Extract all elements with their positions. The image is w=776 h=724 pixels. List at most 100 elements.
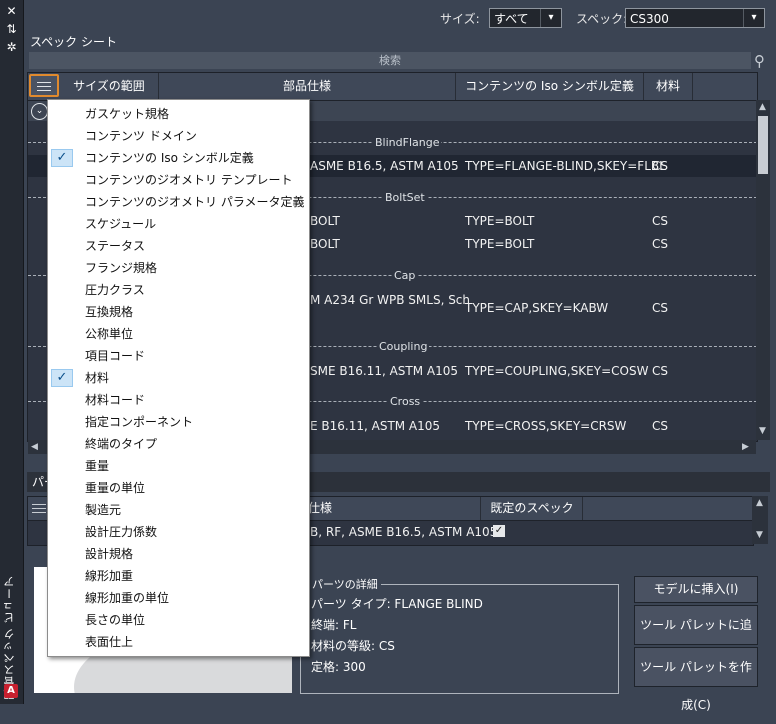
cell-iso: TYPE=BOLT bbox=[465, 237, 535, 251]
menu-item-label: ガスケット規格 bbox=[85, 107, 170, 121]
search-bar[interactable]: 検索 bbox=[29, 52, 751, 69]
palette-title: 配管スペック ビューア bbox=[3, 575, 16, 700]
menu-item-label: 重量の単位 bbox=[85, 481, 146, 495]
parts-menu-icon[interactable] bbox=[32, 501, 46, 515]
menu-item[interactable]: コンテンツのジオメトリ テンプレート bbox=[48, 169, 307, 191]
column-header-iso-symbol[interactable]: コンテンツの Iso シンボル定義 bbox=[456, 73, 644, 100]
default-spec-checkbox[interactable]: ✓ bbox=[493, 525, 505, 537]
scroll-up-icon[interactable]: ▲ bbox=[759, 102, 766, 112]
menu-item-label: 線形加重の単位 bbox=[85, 591, 170, 605]
menu-item[interactable]: 指定コンポーネント bbox=[48, 411, 307, 433]
menu-item[interactable]: 設計規格 bbox=[48, 543, 307, 565]
menu-item[interactable]: 終端のタイプ bbox=[48, 433, 307, 455]
column-header-material[interactable]: 材料 bbox=[644, 73, 693, 100]
column-menu-button[interactable] bbox=[29, 74, 59, 97]
menu-item-label: 材料 bbox=[85, 371, 110, 385]
menu-item-label: 圧力クラス bbox=[85, 283, 145, 297]
menu-item[interactable]: ✓ コンテンツの Iso シンボル定義 bbox=[48, 147, 307, 169]
menu-item[interactable]: 長さの単位 bbox=[48, 609, 307, 631]
group-name: BoltSet bbox=[383, 190, 427, 206]
menu-item-label: 終端のタイプ bbox=[85, 437, 158, 451]
add-to-tool-palette-button[interactable]: ツール パレットに追加(A) bbox=[634, 605, 758, 670]
scrollbar-thumb[interactable] bbox=[758, 116, 768, 174]
spec-sheet-title: スペック シート bbox=[30, 35, 117, 49]
menu-item[interactable]: 材料コード bbox=[48, 389, 307, 411]
create-tool-palette-button[interactable]: ツール パレットを作成(C) bbox=[634, 647, 758, 712]
cell-material: CS bbox=[652, 419, 668, 433]
cell-iso: TYPE=COUPLING,SKEY=COSW bbox=[465, 364, 649, 378]
palette-strip: ✕ ⇅ ✲ 配管スペック ビューア A bbox=[0, 0, 24, 704]
menu-item-label: 互換規格 bbox=[85, 305, 134, 319]
menu-item[interactable]: 重量 bbox=[48, 455, 307, 477]
detail-material-grade: 材料の等級: CS bbox=[311, 639, 395, 653]
menu-item[interactable]: 線形加重 bbox=[48, 565, 307, 587]
detail-part-type: パーツ タイプ: FLANGE BLIND bbox=[311, 597, 483, 611]
menu-item[interactable]: 圧力クラス bbox=[48, 279, 307, 301]
menu-item[interactable]: 設計圧力係数 bbox=[48, 521, 307, 543]
menu-item[interactable]: 公称単位 bbox=[48, 323, 307, 345]
size-value: すべて bbox=[494, 12, 529, 26]
scroll-down-icon[interactable]: ▼ bbox=[759, 426, 766, 436]
auto-hide-icon[interactable]: ⇅ bbox=[4, 22, 19, 36]
cell-iso: TYPE=BOLT bbox=[465, 214, 535, 228]
close-icon[interactable]: ✕ bbox=[4, 4, 19, 18]
scroll-down-icon[interactable]: ▼ bbox=[756, 530, 763, 540]
parts-column-default-spec[interactable]: 既定のスペック bbox=[482, 497, 583, 520]
size-select[interactable]: すべて ▾ bbox=[489, 8, 562, 28]
grid-vertical-scrollbar[interactable]: ▲ ▼ bbox=[756, 100, 770, 440]
collapse-icon[interactable]: ⌄ bbox=[31, 103, 48, 120]
menu-item[interactable]: コンテンツ ドメイン bbox=[48, 125, 307, 147]
menu-item[interactable]: ステータス bbox=[48, 235, 307, 257]
scroll-up-icon[interactable]: ▲ bbox=[756, 498, 763, 508]
search-icon[interactable]: ⚲ bbox=[754, 52, 772, 70]
cell-material: CS bbox=[652, 159, 668, 173]
menu-item[interactable]: 項目コード bbox=[48, 345, 307, 367]
menu-item-label: 表面仕上 bbox=[85, 635, 134, 649]
menu-item-label: ステータス bbox=[85, 239, 146, 253]
detail-end-type: 終端: FL bbox=[311, 618, 357, 632]
spec-select[interactable]: CS300 ▾ bbox=[625, 8, 765, 28]
size-label: サイズ: bbox=[440, 12, 480, 26]
cell-iso: TYPE=FLANGE-BLIND,SKEY=FLBL bbox=[465, 159, 666, 173]
menu-item-label: 長さの単位 bbox=[85, 613, 146, 627]
column-header-size-range[interactable]: サイズの範囲 bbox=[60, 73, 159, 100]
spec-value: CS300 bbox=[630, 12, 669, 26]
spec-label: スペック: bbox=[576, 12, 628, 26]
checkmark-icon: ✓ bbox=[51, 369, 73, 387]
menu-item[interactable]: 互換規格 bbox=[48, 301, 307, 323]
cell-material: CS bbox=[652, 364, 668, 378]
menu-item-label: コンテンツの Iso シンボル定義 bbox=[85, 151, 254, 165]
menu-item-label: 線形加重 bbox=[85, 569, 134, 583]
parts-vertical-scrollbar[interactable]: ▲ ▼ bbox=[752, 496, 768, 544]
group-name: BlindFlange bbox=[373, 135, 442, 151]
menu-item[interactable]: 線形加重の単位 bbox=[48, 587, 307, 609]
column-selector-menu: ガスケット規格 コンテンツ ドメイン ✓ コンテンツの Iso シンボル定義 コンテンツ… bbox=[47, 99, 310, 657]
menu-item-label: コンテンツ ドメイン bbox=[85, 129, 197, 143]
cell-spec: E B16.11, ASTM A105 bbox=[310, 419, 441, 433]
menu-item-label: コンテンツのジオメトリ パラメータ定義 bbox=[85, 195, 305, 209]
menu-item[interactable]: 製造元 bbox=[48, 499, 307, 521]
menu-item-label: 設計規格 bbox=[85, 547, 134, 561]
scroll-left-icon[interactable]: ◀ bbox=[31, 442, 38, 452]
chevron-down-icon[interactable]: ▾ bbox=[743, 9, 764, 27]
cell-spec: BOLT bbox=[310, 237, 340, 251]
menu-item-label: 設計圧力係数 bbox=[85, 525, 158, 539]
group-name: Coupling bbox=[377, 339, 430, 355]
menu-item[interactable]: 重量の単位 bbox=[48, 477, 307, 499]
menu-item[interactable]: スケジュール bbox=[48, 213, 307, 235]
column-header-part-spec[interactable]: 部品仕様 bbox=[159, 73, 456, 100]
cell-iso: TYPE=CROSS,SKEY=CRSW bbox=[465, 419, 627, 433]
autocad-logo-icon: A bbox=[4, 684, 18, 698]
menu-item-label: 重量 bbox=[85, 459, 110, 473]
group-name: Cap bbox=[392, 268, 418, 284]
insert-to-model-button[interactable]: モデルに挿入(I) bbox=[634, 576, 758, 603]
menu-item[interactable]: 表面仕上 bbox=[48, 631, 307, 653]
group-name: Cross bbox=[388, 394, 423, 410]
menu-item[interactable]: ガスケット規格 bbox=[48, 103, 307, 125]
menu-item[interactable]: ✓ 材料 bbox=[48, 367, 307, 389]
scroll-right-icon[interactable]: ▶ bbox=[742, 442, 749, 452]
settings-icon[interactable]: ✲ bbox=[4, 40, 19, 54]
menu-item[interactable]: コンテンツのジオメトリ パラメータ定義 bbox=[48, 191, 307, 213]
menu-item[interactable]: フランジ規格 bbox=[48, 257, 307, 279]
chevron-down-icon[interactable]: ▾ bbox=[540, 9, 561, 27]
